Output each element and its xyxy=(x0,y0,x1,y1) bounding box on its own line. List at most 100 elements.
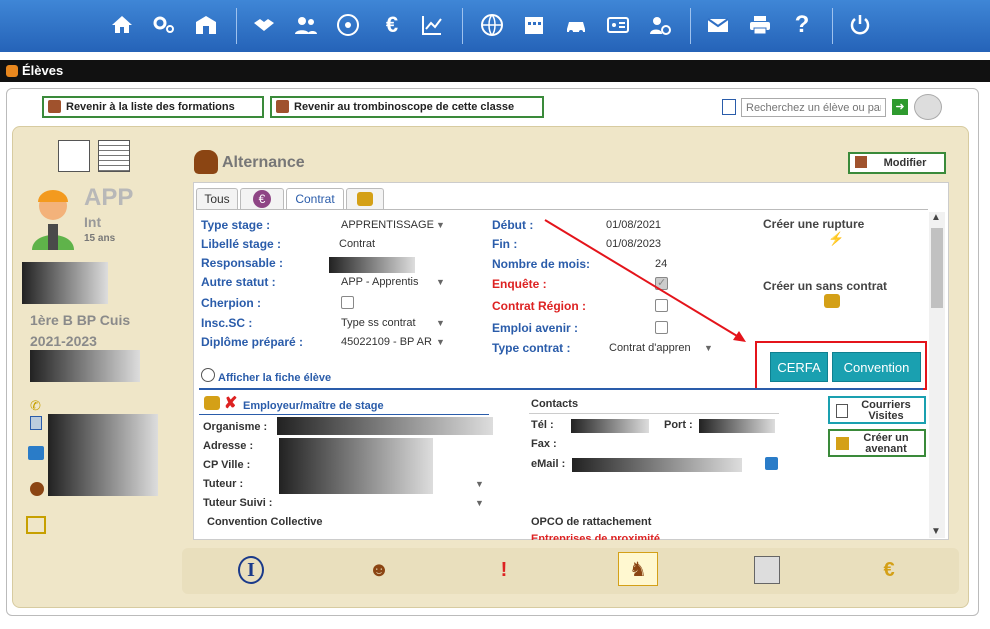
euro-bottom-icon[interactable]: € xyxy=(876,556,902,584)
email-icon[interactable] xyxy=(28,446,44,460)
info-icon[interactable]: I xyxy=(238,556,264,584)
cherpion-checkbox[interactable] xyxy=(341,296,354,309)
fin-label: Fin : xyxy=(492,237,518,251)
type-stage-select[interactable]: APPRENTISSAGE xyxy=(341,219,434,231)
redacted-org xyxy=(277,417,493,435)
users-icon[interactable] xyxy=(292,12,320,38)
scrollbar-thumb[interactable] xyxy=(931,228,943,308)
radiation-icon[interactable] xyxy=(334,12,362,38)
people-add-icon[interactable] xyxy=(204,396,220,410)
create-rupture-link[interactable]: Créer une rupture xyxy=(763,217,864,231)
back-formations-label: Revenir à la liste des formations xyxy=(66,101,235,113)
school-icon[interactable] xyxy=(192,12,220,38)
convention-collective-label: Convention Collective xyxy=(207,516,323,528)
cabinet-icon[interactable] xyxy=(754,556,780,584)
search-input[interactable] xyxy=(741,98,886,117)
tab-people[interactable] xyxy=(346,188,384,210)
autre-statut-select[interactable]: APP - Apprentis xyxy=(341,276,418,288)
responsable-label: Responsable : xyxy=(201,256,284,270)
type-contrat-label: Type contrat : xyxy=(492,341,571,355)
tab-contrat[interactable]: Contrat xyxy=(286,188,344,210)
student-class: 1ère B BP Cuis xyxy=(30,312,131,328)
edit-icon xyxy=(855,156,867,168)
chart-line-icon[interactable] xyxy=(418,12,446,38)
modify-label: Modifier xyxy=(883,157,927,169)
region-checkbox[interactable] xyxy=(655,299,668,312)
handshake-icon[interactable] xyxy=(250,12,278,38)
convention-button[interactable]: Convention xyxy=(832,352,921,382)
phone-disc-icon[interactable] xyxy=(914,94,942,120)
list-icon[interactable] xyxy=(722,99,736,115)
mail-icon[interactable] xyxy=(704,12,732,38)
user-clock-icon[interactable] xyxy=(646,12,674,38)
help-icon[interactable]: ? xyxy=(788,11,816,38)
phone-icon: ✆ xyxy=(30,398,41,413)
delete-icon[interactable]: ✘ xyxy=(224,393,237,413)
chevron-down-icon: ▼ xyxy=(436,337,445,347)
settings-icon[interactable] xyxy=(150,12,178,38)
calendar-icon[interactable] xyxy=(520,12,548,38)
id-card-icon[interactable] xyxy=(604,12,632,38)
create-sans-contrat-link[interactable]: Créer un sans contrat xyxy=(763,279,887,293)
create-avenant-button[interactable]: Créer un avenant xyxy=(828,429,926,457)
redacted-address xyxy=(279,438,433,494)
tab-tous[interactable]: Tous xyxy=(196,188,238,210)
avenant-label: Créer un avenant xyxy=(863,432,909,455)
scrollbar[interactable] xyxy=(929,212,945,538)
autre-statut-label: Autre statut : xyxy=(201,275,276,289)
contacts-title: Contacts xyxy=(531,398,579,410)
magnifier-icon xyxy=(201,368,215,382)
separator xyxy=(462,8,463,44)
back-formations-button[interactable]: Revenir à la liste des formations xyxy=(42,96,264,118)
back-trombi-button[interactable]: Revenir au trombinoscope de cette classe xyxy=(270,96,544,118)
student-age: 15 ans xyxy=(84,233,116,244)
lightning-icon[interactable]: ⚡ xyxy=(828,231,844,247)
cpville-label: CP Ville : xyxy=(203,459,251,471)
home-icon[interactable] xyxy=(108,12,136,38)
tuteur-label: Tuteur : xyxy=(203,478,244,490)
list-view-icon[interactable] xyxy=(98,140,130,172)
search-go-icon[interactable]: ➜ xyxy=(892,99,908,115)
power-icon[interactable] xyxy=(846,12,874,38)
chevron-down-icon: ▼ xyxy=(475,498,484,508)
scroll-down-icon[interactable]: ▼ xyxy=(931,526,941,537)
chevron-down-icon: ▼ xyxy=(436,220,445,230)
type-contrat-select[interactable]: Contrat d'appren xyxy=(609,342,691,354)
proximite-label: Entreprises de proximité xyxy=(531,533,660,540)
bottom-bar xyxy=(182,548,959,594)
send-email-icon[interactable] xyxy=(765,457,778,470)
printer-icon[interactable] xyxy=(746,12,774,38)
card-icon[interactable] xyxy=(58,140,90,172)
top-toolbar: € ? xyxy=(0,0,990,52)
contacts-underline xyxy=(529,413,779,414)
globe-icon[interactable] xyxy=(478,12,506,38)
car-icon[interactable] xyxy=(562,12,590,38)
scroll-up-icon[interactable]: ▲ xyxy=(931,212,941,223)
emploi-checkbox[interactable] xyxy=(655,321,668,334)
org-label: Organisme : xyxy=(203,421,268,433)
section-title: Alternance xyxy=(222,154,305,171)
contact-icon[interactable] xyxy=(30,482,44,496)
insc-select[interactable]: Type ss contrat xyxy=(341,317,416,329)
cerfa-button[interactable]: CERFA xyxy=(770,352,828,382)
enquete-checkbox[interactable] xyxy=(655,276,668,290)
window-titlebar: Élèves xyxy=(0,60,990,82)
mobile-icon xyxy=(30,416,42,430)
person-icon[interactable]: ☻ xyxy=(366,556,392,584)
redacted-info xyxy=(30,350,140,382)
diplome-select[interactable]: 45022109 - BP AR xyxy=(341,336,432,348)
show-fiche-link[interactable]: Afficher la fiche élève xyxy=(218,372,331,384)
separator xyxy=(832,8,833,44)
redacted-email xyxy=(572,458,742,472)
courriers-visites-button[interactable]: Courriers Visites xyxy=(828,396,926,424)
modify-button[interactable]: Modifier xyxy=(848,152,946,174)
fin-value: 01/08/2023 xyxy=(606,238,662,250)
people-add-icon[interactable] xyxy=(824,294,840,308)
alternance-tab-icon[interactable]: ♞ xyxy=(618,552,658,586)
history-icon[interactable]: ! xyxy=(491,556,517,584)
nbmois-value: 24 xyxy=(655,258,668,270)
hierarchy-icon[interactable] xyxy=(26,516,46,534)
tab-euro[interactable]: € xyxy=(240,188,284,210)
fax-label: Fax : xyxy=(531,438,557,450)
euro-icon[interactable]: € xyxy=(378,12,406,38)
